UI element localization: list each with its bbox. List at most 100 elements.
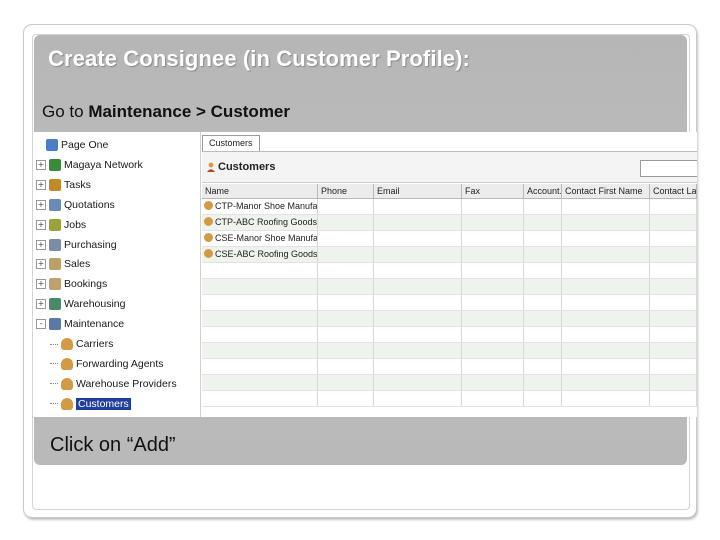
expand-icon[interactable]: + — [36, 239, 46, 250]
tree-item-maintenance[interactable]: - Maintenance — [36, 315, 124, 333]
table-row[interactable] — [202, 375, 697, 391]
grid-header: NamePhoneEmailFaxAccount...Contact First… — [202, 184, 697, 199]
tree-item-warehouse-providers[interactable]: Warehouse Providers — [50, 375, 177, 393]
tree-item-sales[interactable]: + Sales — [36, 255, 90, 273]
table-cell — [202, 263, 318, 278]
table-cell — [374, 231, 462, 246]
view-header: Customers — [202, 151, 697, 183]
table-cell — [318, 327, 374, 342]
table-cell — [462, 247, 524, 262]
tree-item-label: Magaya Network — [64, 158, 143, 171]
column-header[interactable]: Contact Last N — [650, 184, 697, 198]
tree-item-forwarding-agents[interactable]: Forwarding Agents — [50, 355, 164, 373]
table-cell: CSE-Manor Shoe Manufacturing Inc — [202, 231, 318, 246]
view-title: Customers — [218, 161, 276, 173]
table-cell — [374, 343, 462, 358]
subtitle-prefix: Go to — [42, 102, 89, 121]
column-header[interactable]: Contact First Name — [562, 184, 650, 198]
column-header[interactable]: Name — [202, 184, 318, 198]
expand-icon[interactable]: + — [36, 199, 46, 210]
table-cell — [374, 375, 462, 390]
table-cell — [524, 359, 562, 374]
table-cell — [374, 279, 462, 294]
tree-item-page-one[interactable]: Page One — [46, 136, 108, 154]
tree-item-label: Maintenance — [64, 318, 125, 331]
expand-icon[interactable]: + — [36, 299, 46, 310]
table-cell — [524, 311, 562, 326]
table-row[interactable] — [202, 279, 697, 295]
table-row[interactable] — [202, 359, 697, 375]
tree-item-tasks[interactable]: + Tasks — [36, 176, 91, 194]
table-cell — [462, 231, 524, 246]
column-header[interactable]: Account... — [524, 184, 562, 198]
table-cell — [318, 375, 374, 390]
table-row[interactable]: CTP-ABC Roofing Goods Inc. — [202, 215, 697, 231]
table-cell — [202, 279, 318, 294]
tree-item-label: Forwarding Agents — [76, 357, 164, 370]
table-row[interactable] — [202, 263, 697, 279]
column-header[interactable]: Email — [374, 184, 462, 198]
tree-item-quotations[interactable]: + Quotations — [36, 196, 115, 214]
tree-item-label: Bookings — [64, 278, 108, 291]
table-cell — [524, 215, 562, 230]
table-cell — [562, 215, 650, 230]
table-cell — [374, 391, 462, 406]
table-row[interactable] — [202, 391, 697, 407]
expand-icon[interactable]: + — [36, 179, 46, 190]
table-row[interactable]: CSE-ABC Roofing Goods Inc. — [202, 247, 697, 263]
table-cell — [562, 311, 650, 326]
tab-customers[interactable]: Customers — [202, 135, 260, 151]
table-row[interactable] — [202, 343, 697, 359]
customer-icon — [204, 233, 213, 242]
table-cell — [202, 391, 318, 406]
table-cell — [650, 327, 697, 342]
table-cell — [462, 279, 524, 294]
tree-item-purchasing[interactable]: + Purchasing — [36, 236, 117, 254]
table-cell — [524, 199, 562, 214]
tree-item-magaya-network[interactable]: + Magaya Network — [36, 156, 143, 174]
column-header[interactable]: Phone — [318, 184, 374, 198]
table-cell — [524, 327, 562, 342]
table-row[interactable]: CSE-Manor Shoe Manufacturing Inc — [202, 231, 697, 247]
table-cell — [318, 215, 374, 230]
table-row[interactable] — [202, 327, 697, 343]
search-input[interactable] — [640, 160, 697, 177]
table-cell — [524, 391, 562, 406]
tree-item-label: Sales — [64, 258, 91, 271]
expand-icon[interactable]: + — [36, 159, 46, 170]
tree-item-jobs[interactable]: + Jobs — [36, 216, 86, 234]
tree-item-label: Warehousing — [64, 298, 126, 311]
table-cell — [562, 279, 650, 294]
table-cell — [562, 295, 650, 310]
table-cell — [318, 279, 374, 294]
tree-item-label: Quotations — [64, 198, 115, 211]
table-cell — [650, 391, 697, 406]
table-cell — [562, 359, 650, 374]
tree-item-bookings[interactable]: + Bookings — [36, 275, 107, 293]
expand-icon[interactable]: + — [36, 279, 46, 290]
tree-item-carriers[interactable]: Carriers — [50, 335, 113, 353]
table-cell — [374, 295, 462, 310]
cell-text: CSE-Manor Shoe Manufacturing Inc — [215, 233, 318, 243]
column-header[interactable]: Fax — [462, 184, 524, 198]
tree-item-customers[interactable]: Customers — [50, 395, 131, 413]
table-row[interactable] — [202, 311, 697, 327]
expand-icon[interactable]: + — [36, 259, 46, 270]
table-row[interactable] — [202, 295, 697, 311]
table-cell — [318, 391, 374, 406]
table-cell: CSE-ABC Roofing Goods Inc. — [202, 247, 318, 262]
table-cell — [462, 359, 524, 374]
tree-item-warehousing[interactable]: + Warehousing — [36, 295, 125, 313]
bookings-icon — [49, 278, 61, 291]
table-cell — [318, 343, 374, 358]
table-row[interactable]: CTP-Manor Shoe Manufacturing Inc — [202, 199, 697, 215]
table-cell — [524, 231, 562, 246]
person-icon — [61, 397, 73, 410]
maintenance-icon — [49, 318, 61, 331]
tree-connector — [50, 383, 58, 385]
table-cell: CTP-Manor Shoe Manufacturing Inc — [202, 199, 318, 214]
collapse-icon[interactable]: - — [36, 319, 46, 330]
table-cell — [562, 199, 650, 214]
table-cell — [650, 215, 697, 230]
expand-icon[interactable]: + — [36, 219, 46, 230]
